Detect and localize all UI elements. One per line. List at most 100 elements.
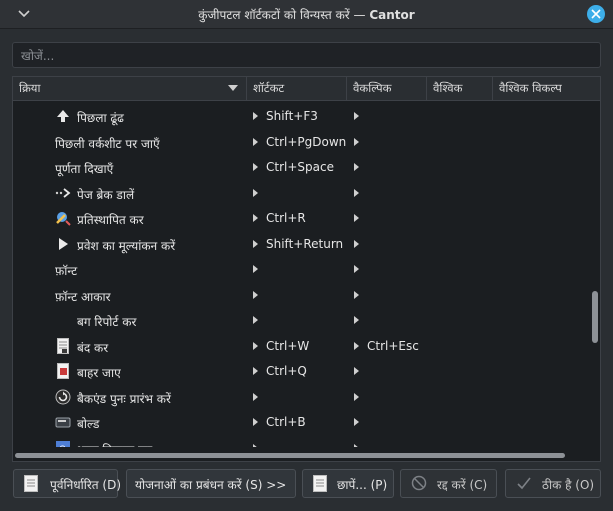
shortcut-action-label: बग रिपोर्ट कर bbox=[77, 315, 137, 329]
shortcut-row[interactable]: पेज ब्रेक डालें bbox=[13, 181, 589, 206]
chevron-right-icon[interactable] bbox=[253, 214, 258, 222]
cancel-button-label: रद्द करें (C) bbox=[437, 478, 488, 492]
close-document-icon bbox=[55, 337, 71, 354]
column-header-alternate[interactable]: वैकल्पिक bbox=[347, 77, 427, 100]
chevron-right-icon[interactable] bbox=[354, 367, 359, 375]
column-header-global[interactable]: वैश्विक bbox=[427, 77, 493, 100]
chevron-right-icon[interactable] bbox=[253, 112, 258, 120]
chevron-right-icon[interactable] bbox=[354, 239, 359, 248]
shortcut-row[interactable]: Q भाषा विन्यस्त कर bbox=[13, 436, 589, 448]
chevron-right-icon[interactable] bbox=[354, 290, 359, 299]
column-header-shortcut[interactable]: शॉर्टकट bbox=[247, 77, 347, 100]
shortcut-row[interactable]: बंद कर Ctrl+W Ctrl+Esc bbox=[13, 334, 589, 359]
chevron-right-icon[interactable] bbox=[253, 188, 258, 197]
svg-text:Q: Q bbox=[59, 445, 66, 448]
search-input[interactable] bbox=[19, 46, 593, 66]
chevron-right-icon[interactable] bbox=[253, 367, 258, 375]
shortcut-row[interactable]: फ़ॉन्ट आकार bbox=[13, 283, 589, 308]
cancel-button[interactable]: रद्द करें (C) bbox=[400, 469, 497, 498]
horizontal-scrollbar-thumb[interactable] bbox=[15, 453, 565, 458]
chevron-right-icon[interactable] bbox=[354, 163, 359, 171]
shortcut-row[interactable]: प्रतिस्थापित कर Ctrl+R bbox=[13, 206, 589, 231]
shortcut-primary[interactable]: Shift+F3 bbox=[266, 109, 318, 123]
shortcut-row[interactable]: पूर्णता दिखाएँ Ctrl+Space bbox=[13, 155, 589, 180]
close-window-button[interactable] bbox=[587, 5, 605, 23]
vertical-scrollbar[interactable] bbox=[591, 101, 599, 447]
shortcut-row[interactable]: पिछला ढूंढ Shift+F3 bbox=[13, 104, 589, 129]
shortcut-row[interactable]: बग रिपोर्ट कर bbox=[13, 308, 589, 333]
chevron-right-icon[interactable] bbox=[253, 418, 258, 426]
shortcut-action-label: प्रतिस्थापित कर bbox=[77, 213, 144, 227]
chevron-right-icon[interactable] bbox=[354, 265, 359, 273]
chevron-right-icon[interactable] bbox=[354, 316, 359, 324]
window-title-app: Cantor bbox=[369, 8, 415, 22]
horizontal-scrollbar[interactable] bbox=[15, 451, 589, 459]
shortcuts-tree[interactable]: क्रिया शॉर्टकट वैकल्पिक वैश्विक वैश्विक … bbox=[12, 76, 601, 462]
shortcut-row[interactable]: बोल्ड Ctrl+B bbox=[13, 410, 589, 435]
shortcut-row[interactable]: फ़ॉन्ट bbox=[13, 257, 589, 282]
chevron-right-icon[interactable] bbox=[354, 214, 359, 222]
exit-icon bbox=[55, 363, 71, 379]
close-icon bbox=[591, 9, 601, 19]
tree-header: क्रिया शॉर्टकट वैकल्पिक वैश्विक वैश्विक … bbox=[13, 77, 600, 101]
column-header-action[interactable]: क्रिया bbox=[13, 77, 247, 100]
shortcut-primary[interactable]: Ctrl+W bbox=[266, 339, 309, 353]
chevron-right-icon[interactable] bbox=[354, 188, 359, 197]
chevron-right-icon[interactable] bbox=[253, 265, 258, 273]
defaults-button[interactable]: पूर्वनिर्धारित (D) bbox=[13, 469, 122, 498]
defaults-button-label: पूर्वनिर्धारित (D) bbox=[50, 478, 122, 492]
column-header-global-label: वैश्विक bbox=[433, 81, 463, 95]
play-icon bbox=[55, 236, 71, 252]
chevron-right-icon[interactable] bbox=[253, 290, 258, 299]
chevron-right-icon[interactable] bbox=[354, 112, 359, 120]
chevron-right-icon[interactable] bbox=[354, 418, 359, 426]
shortcut-primary[interactable]: Shift+Return bbox=[266, 237, 343, 251]
page-break-icon bbox=[55, 185, 71, 201]
vertical-scrollbar-thumb[interactable] bbox=[592, 291, 598, 343]
chevron-right-icon[interactable] bbox=[253, 443, 258, 447]
shortcut-action-label: बैकएंड पुनः प्रारंभ करें bbox=[77, 391, 171, 406]
chevron-right-icon[interactable] bbox=[253, 341, 258, 350]
shortcut-row[interactable]: प्रवेश का मूल्यांकन करें Shift+Return bbox=[13, 232, 589, 257]
shortcut-row[interactable]: बाहर जाए Ctrl+Q bbox=[13, 359, 589, 384]
chevron-right-icon[interactable] bbox=[253, 163, 258, 171]
find-previous-icon bbox=[55, 108, 71, 124]
shortcut-primary[interactable]: Ctrl+Q bbox=[266, 364, 307, 378]
restart-icon bbox=[55, 389, 71, 405]
manage-schemes-button-label: योजनाओं का प्रबंधन करें (S) >> bbox=[135, 478, 287, 492]
shortcut-primary[interactable]: Ctrl+B bbox=[266, 415, 306, 429]
column-header-global-alternate[interactable]: वैश्विक विकल्प bbox=[493, 77, 600, 100]
shortcut-row[interactable]: बैकएंड पुनः प्रारंभ करें bbox=[13, 385, 589, 410]
column-header-alternate-label: वैकल्पिक bbox=[353, 81, 392, 95]
shortcut-primary[interactable]: Ctrl+PgDown bbox=[266, 135, 346, 149]
chevron-right-icon[interactable] bbox=[354, 392, 359, 401]
chevron-right-icon[interactable] bbox=[354, 341, 359, 350]
shortcut-alternate[interactable]: Ctrl+Esc bbox=[367, 339, 419, 353]
tree-rows: पिछला ढूंढ Shift+F3 पिछली वर्कशीट पर जाएँ C… bbox=[13, 101, 589, 447]
chevron-right-icon[interactable] bbox=[354, 443, 359, 447]
search-field[interactable] bbox=[12, 42, 601, 68]
window-title: कुंजीपटल शॉर्टकटों को विन्यस्त करें — Ca… bbox=[0, 6, 613, 23]
print-icon bbox=[313, 475, 327, 492]
column-header-shortcut-label: शॉर्टकट bbox=[253, 81, 285, 95]
manage-schemes-button[interactable]: योजनाओं का प्रबंधन करें (S) >> bbox=[126, 469, 296, 498]
shortcut-action-label: बाहर जाए bbox=[77, 366, 121, 380]
chevron-right-icon[interactable] bbox=[253, 316, 258, 324]
shortcut-action-label: पिछला ढूंढ bbox=[77, 111, 124, 125]
ok-button[interactable]: ठीक है (O) bbox=[505, 469, 601, 498]
shortcut-action-label: पिछली वर्कशीट पर जाएँ bbox=[55, 136, 160, 151]
bold-icon bbox=[55, 414, 71, 430]
chevron-right-icon[interactable] bbox=[253, 137, 258, 146]
shortcut-action-label: फ़ॉन्ट bbox=[55, 264, 78, 278]
print-button-label: छापें... (P) bbox=[337, 478, 388, 492]
print-button[interactable]: छापें... (P) bbox=[302, 469, 394, 498]
chevron-right-icon[interactable] bbox=[253, 239, 258, 248]
shortcut-action-label: प्रवेश का मूल्यांकन करें bbox=[77, 238, 176, 253]
shortcut-primary[interactable]: Ctrl+Space bbox=[266, 160, 334, 174]
shortcut-primary[interactable]: Ctrl+R bbox=[266, 211, 306, 225]
chevron-right-icon[interactable] bbox=[253, 392, 258, 401]
chevron-right-icon[interactable] bbox=[354, 137, 359, 146]
replace-icon bbox=[55, 210, 71, 226]
shortcut-row[interactable]: पिछली वर्कशीट पर जाएँ Ctrl+PgDown bbox=[13, 130, 589, 155]
checkmark-icon bbox=[516, 475, 531, 492]
